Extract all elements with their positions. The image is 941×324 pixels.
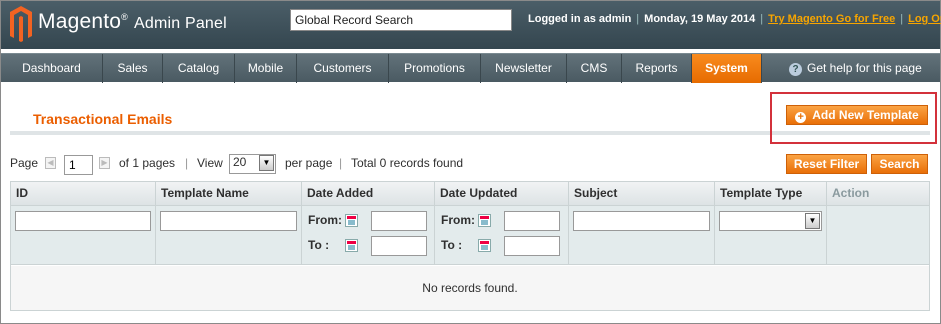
filter-cell-subject xyxy=(569,206,715,265)
plus-icon: + xyxy=(795,112,807,123)
calendar-icon[interactable] xyxy=(478,239,491,252)
date-added-to-label: To : xyxy=(308,238,330,252)
date-updated-to-label: To : xyxy=(441,238,463,252)
nav-mobile[interactable]: Mobile xyxy=(235,54,297,83)
try-magento-link[interactable]: Try Magento Go for Free xyxy=(768,13,895,25)
filter-template-name-input[interactable] xyxy=(160,211,297,231)
date-added-from-label: From: xyxy=(308,213,342,227)
per-page-label: per page xyxy=(285,156,333,170)
filter-cell-id xyxy=(11,206,156,265)
filter-id-input[interactable] xyxy=(15,211,151,231)
col-subject[interactable]: Subject xyxy=(569,182,715,206)
header-user-bar: Logged in as admin | Monday, 19 May 2014 | T… xyxy=(528,13,941,25)
calendar-icon[interactable] xyxy=(478,214,491,227)
brand-subtitle: Admin Panel xyxy=(133,15,227,32)
reset-filter-button[interactable]: Reset Filter xyxy=(786,154,867,174)
main-nav: Dashboard Sales Catalog Mobile Customers… xyxy=(1,53,940,83)
chevron-down-icon: ▼ xyxy=(805,213,820,229)
add-new-template-button[interactable]: + Add New Template xyxy=(786,105,928,125)
nav-dashboard[interactable]: Dashboard xyxy=(1,54,103,83)
filter-subject-input[interactable] xyxy=(573,211,710,231)
of-pages-text: of 1 pages xyxy=(119,156,176,170)
col-id[interactable]: ID xyxy=(11,182,156,206)
page-input[interactable] xyxy=(64,155,93,175)
nav-promotions[interactable]: Promotions xyxy=(389,54,481,83)
filter-cell-date-added: From: To : xyxy=(302,206,435,265)
page-title: Transactional Emails xyxy=(33,111,173,127)
logout-link[interactable]: Log Out xyxy=(908,13,941,25)
col-date-added[interactable]: Date Added xyxy=(302,182,435,206)
filter-cell-template-name xyxy=(156,206,302,265)
date-text: Monday, 19 May 2014 xyxy=(644,13,756,25)
help-icon: ? xyxy=(789,63,802,76)
date-updated-from-label: From: xyxy=(441,213,475,227)
calendar-icon[interactable] xyxy=(345,239,358,252)
page-label: Page xyxy=(10,156,39,170)
nav-catalog[interactable]: Catalog xyxy=(163,54,235,83)
filter-row: From: To : From: To : ▼ xyxy=(11,206,929,265)
brand-title: Magento® Admin Panel xyxy=(38,10,227,33)
col-template-type[interactable]: Template Type xyxy=(715,182,827,206)
view-label: View xyxy=(197,156,223,170)
help-link[interactable]: ? Get help for this page xyxy=(789,54,922,83)
filter-cell-date-updated: From: To : xyxy=(435,206,569,265)
templates-grid: ID Template Name Date Added Date Updated… xyxy=(10,181,930,311)
date-updated-to-input[interactable] xyxy=(504,236,560,256)
col-template-name[interactable]: Template Name xyxy=(156,182,302,206)
per-page-select[interactable]: 20 ▼ xyxy=(229,154,276,174)
prev-page-icon[interactable]: ◀ xyxy=(45,157,56,169)
filter-cell-action xyxy=(827,206,929,265)
calendar-icon[interactable] xyxy=(345,214,358,227)
chevron-down-icon: ▼ xyxy=(259,155,274,171)
add-button-label: Add New Template xyxy=(812,108,919,122)
date-updated-from-input[interactable] xyxy=(504,211,560,231)
col-action: Action xyxy=(832,186,870,200)
pager-divider: | xyxy=(185,156,189,170)
date-added-from-input[interactable] xyxy=(371,211,427,231)
nav-customers[interactable]: Customers xyxy=(297,54,389,83)
magento-logo-icon xyxy=(10,6,32,42)
date-added-to-input[interactable] xyxy=(371,236,427,256)
grid-header: ID Template Name Date Added Date Updated… xyxy=(11,182,929,206)
help-label: Get help for this page xyxy=(807,61,922,75)
col-date-updated[interactable]: Date Updated xyxy=(435,182,569,206)
total-records-text: Total 0 records found xyxy=(351,156,464,170)
nav-cms[interactable]: CMS xyxy=(567,54,622,83)
nav-newsletter[interactable]: Newsletter xyxy=(481,54,567,83)
filter-cell-template-type: ▼ xyxy=(715,206,827,265)
nav-system[interactable]: System xyxy=(692,54,762,83)
logged-in-text: Logged in as admin xyxy=(528,13,632,25)
empty-state: No records found. xyxy=(11,266,929,310)
nav-reports[interactable]: Reports xyxy=(622,54,692,83)
pager-divider-2: | xyxy=(339,156,343,170)
admin-header: Magento®Admin Panel Logged in as admin|M… xyxy=(1,1,941,49)
per-page-value: 20 xyxy=(233,155,247,169)
next-page-icon[interactable]: ▶ xyxy=(99,157,110,169)
global-search-input[interactable] xyxy=(290,9,512,31)
nav-sales[interactable]: Sales xyxy=(103,54,163,83)
filter-template-type-select[interactable]: ▼ xyxy=(719,211,822,231)
brand-name: Magento xyxy=(38,10,122,33)
search-button[interactable]: Search xyxy=(871,154,928,174)
